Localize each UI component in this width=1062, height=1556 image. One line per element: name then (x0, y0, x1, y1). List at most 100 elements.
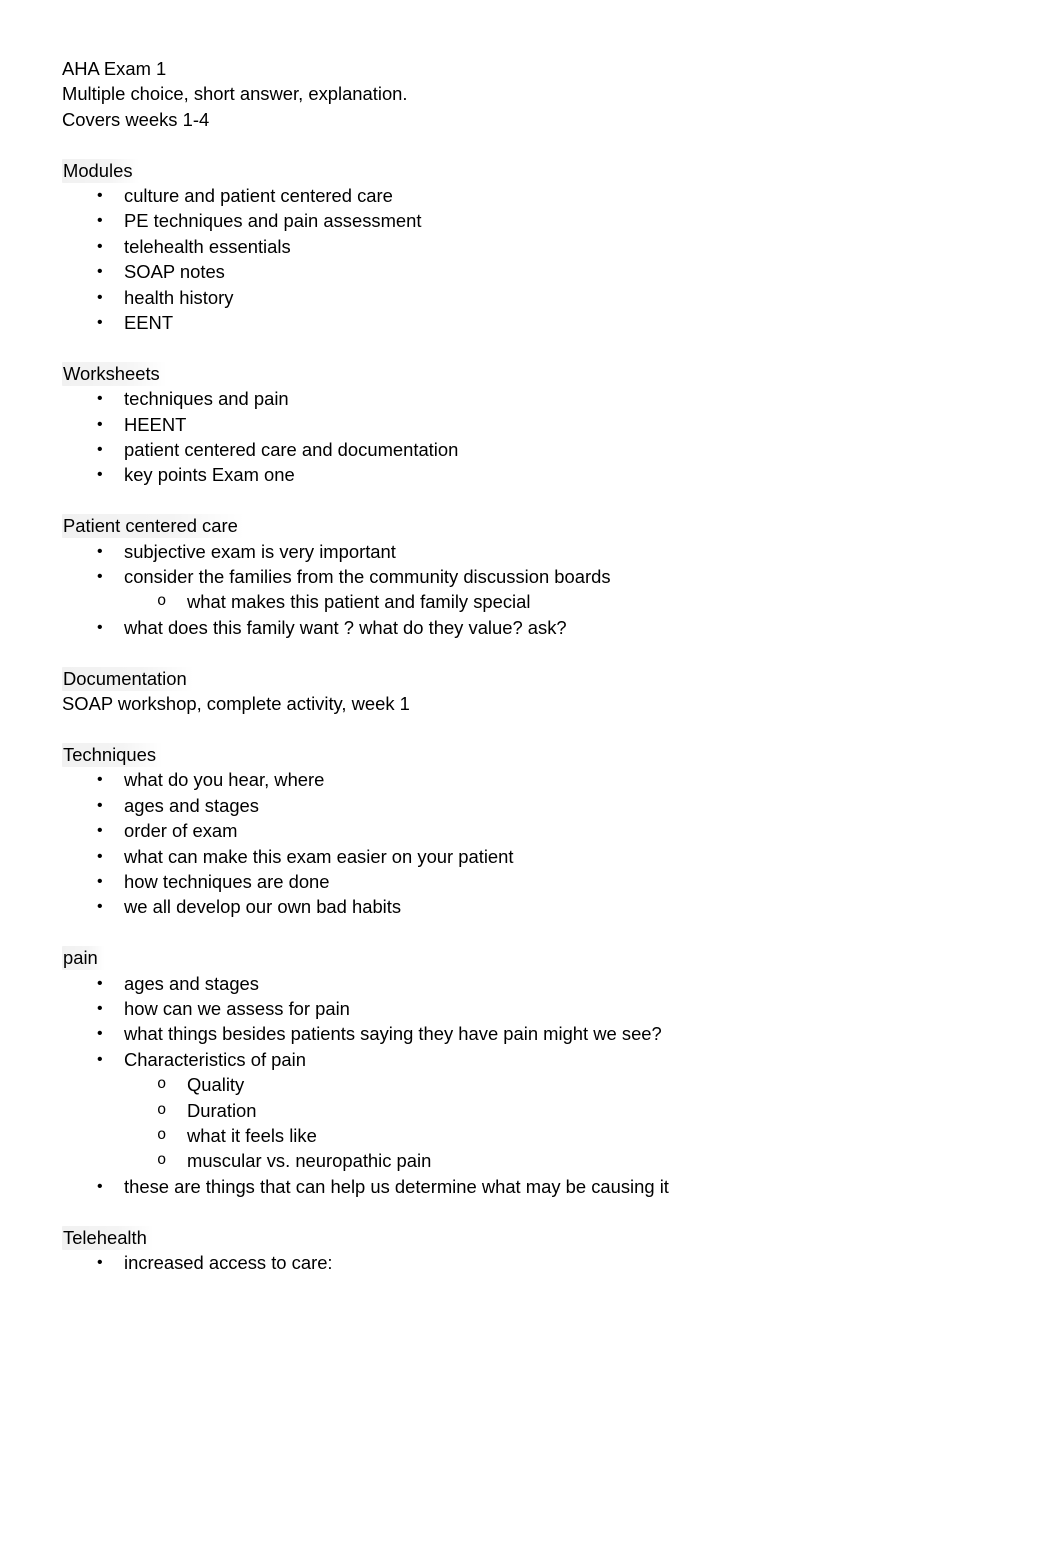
sub-list-item: o what makes this patient and family spe… (62, 589, 1002, 614)
bullet-list: • culture and patient centered care • PE… (62, 183, 1002, 335)
list-item-label: techniques and pain (124, 388, 289, 410)
section-heading: Worksheets (62, 361, 1002, 386)
sub-bullet-marker-icon: o (157, 1151, 167, 1170)
bullet-list: • what does this family want ? what do t… (62, 615, 1002, 640)
bullet-marker-icon: • (97, 390, 103, 408)
list-item: • key points Exam one (62, 462, 1002, 487)
section-modules: Modules • culture and patient centered c… (62, 158, 1002, 336)
bullet-list: • ages and stages • how can we assess fo… (62, 971, 1002, 1073)
bullet-marker-icon: • (97, 263, 103, 281)
list-item: • what can make this exam easier on your… (62, 844, 1002, 869)
list-item: • consider the families from the communi… (62, 564, 1002, 589)
list-item: • ages and stages (62, 971, 1002, 996)
section-heading: Patient centered care (62, 513, 1002, 539)
bullet-list: • these are things that can help us dete… (62, 1174, 1002, 1199)
list-item-label: increased access to care: (124, 1251, 333, 1273)
section-plain-line: SOAP workshop, complete activity, week 1 (62, 693, 410, 715)
sub-bullet-marker-icon: o (157, 592, 167, 611)
list-item: • order of exam (62, 818, 1002, 843)
sub-bullet-list: o Quality o Duration o what it feels lik… (62, 1072, 1002, 1174)
sub-list-item: o muscular vs. neuropathic pain (62, 1148, 1002, 1173)
section-worksheets: Worksheets • techniques and pain • HEENT… (62, 361, 1002, 488)
list-item: • Characteristics of pain (62, 1047, 1002, 1072)
list-item-label: telehealth essentials (124, 235, 291, 257)
sub-bullet-marker-icon: o (157, 1125, 167, 1144)
list-item-label: EENT (124, 312, 174, 334)
document-subtitle-coverage: Covers weeks 1-4 (62, 108, 210, 130)
list-item: • how can we assess for pain (62, 996, 1002, 1021)
bullet-marker-icon: • (97, 1050, 103, 1068)
sub-list-item-label: Quality (187, 1074, 245, 1096)
list-item-label: subjective exam is very important (124, 540, 396, 562)
bullet-marker-icon: • (97, 847, 103, 865)
list-item-label: we all develop our own bad habits (124, 896, 402, 918)
list-item-label: what does this family want ? what do the… (124, 616, 567, 638)
sub-list-item-label: what it feels like (187, 1124, 317, 1146)
section-heading: Telehealth (62, 1225, 1002, 1250)
list-item-label: SOAP notes (124, 261, 225, 283)
list-item: • SOAP notes (62, 259, 1002, 284)
list-item: • what do you hear, where (62, 767, 1002, 792)
bullet-marker-icon: • (97, 466, 103, 484)
bullet-marker-icon: • (97, 1177, 103, 1195)
list-item: • culture and patient centered care (62, 183, 1002, 208)
sub-list-item: o Duration (62, 1098, 1002, 1123)
bullet-marker-icon: • (97, 314, 103, 332)
section-heading: Techniques (62, 742, 1002, 767)
list-item-label: culture and patient centered care (124, 185, 393, 207)
bullet-marker-icon: • (97, 237, 103, 255)
bullet-marker-icon: • (97, 288, 103, 306)
sub-list-item-label: Duration (187, 1099, 257, 1121)
bullet-marker-icon: • (97, 1025, 103, 1043)
list-item-label: how techniques are done (124, 870, 330, 892)
section-heading: Documentation (62, 666, 1002, 691)
bullet-marker-icon: • (97, 212, 103, 230)
bullet-marker-icon: • (97, 771, 103, 789)
list-item-label: ages and stages (124, 794, 259, 816)
list-item: • increased access to care: (62, 1250, 1002, 1275)
sub-bullet-marker-icon: o (157, 1100, 167, 1119)
list-item: • health history (62, 285, 1002, 310)
list-item-label: order of exam (124, 820, 238, 842)
bullet-marker-icon: • (97, 872, 103, 890)
list-item-label: consider the families from the community… (124, 566, 611, 588)
list-item: • subjective exam is very important (62, 539, 1002, 564)
list-item: • HEENT (62, 412, 1002, 437)
section-patient-centered-care: Patient centered care • subjective exam … (62, 513, 1002, 640)
section-techniques: Techniques • what do you hear, where • a… (62, 742, 1002, 920)
section-pain: pain • ages and stages • how can we asse… (62, 945, 1002, 1199)
bullet-list: • what do you hear, where • ages and sta… (62, 767, 1002, 919)
bullet-marker-icon: • (97, 898, 103, 916)
bullet-list: • techniques and pain • HEENT • patient … (62, 386, 1002, 488)
list-item: • these are things that can help us dete… (62, 1174, 1002, 1199)
bullet-marker-icon: • (97, 568, 103, 586)
bullet-marker-icon: • (97, 999, 103, 1017)
list-item-label: how can we assess for pain (124, 997, 350, 1019)
list-item: • what does this family want ? what do t… (62, 615, 1002, 640)
list-item-label: these are things that can help us determ… (124, 1175, 669, 1197)
list-item-label: key points Exam one (124, 464, 295, 486)
bullet-list: • subjective exam is very important • co… (62, 539, 1002, 590)
bullet-marker-icon: • (97, 187, 103, 205)
bullet-marker-icon: • (97, 618, 103, 636)
list-item: • EENT (62, 310, 1002, 335)
sub-bullet-list: o what makes this patient and family spe… (62, 589, 1002, 614)
list-item: • we all develop our own bad habits (62, 894, 1002, 919)
section-heading: pain (62, 945, 1002, 971)
list-item: • PE techniques and pain assessment (62, 208, 1002, 233)
list-item: • techniques and pain (62, 386, 1002, 411)
list-item: • telehealth essentials (62, 234, 1002, 259)
sub-bullet-marker-icon: o (157, 1075, 167, 1094)
document-title: AHA Exam 1 (62, 58, 167, 79)
list-item-label: patient centered care and documentation (124, 439, 459, 461)
list-item-label: what do you hear, where (124, 769, 325, 791)
section-heading: Modules (62, 158, 1002, 183)
list-item: • patient centered care and documentatio… (62, 437, 1002, 462)
